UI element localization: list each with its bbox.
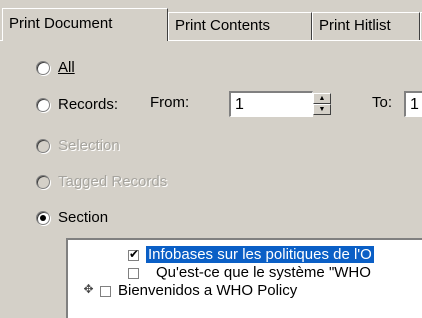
spin-up-icon[interactable]: ▲ xyxy=(313,93,331,104)
tree-checkbox[interactable] xyxy=(128,268,139,279)
from-label: From: xyxy=(150,94,190,111)
to-field[interactable]: 1 xyxy=(404,91,422,117)
records-radio[interactable] xyxy=(36,98,50,112)
tab-label: Print Document xyxy=(9,15,113,32)
tab-print-document[interactable]: Print Document xyxy=(2,8,168,41)
expand-icon[interactable]: ✥ xyxy=(82,283,95,296)
from-stepper[interactable]: ▲ ▼ xyxy=(313,93,331,115)
tree-item[interactable]: Infobases sur les politiques de l'O xyxy=(146,246,374,263)
spin-down-icon[interactable]: ▼ xyxy=(313,104,331,115)
all-radio[interactable] xyxy=(36,61,50,75)
tab-print-hitlist[interactable]: Print Hitlist xyxy=(312,12,420,40)
selection-label: Selection xyxy=(58,137,120,154)
radio-dot xyxy=(40,215,46,221)
tab-print-contents[interactable]: Print Contents xyxy=(168,12,312,40)
tab-label: Print Hitlist xyxy=(319,17,391,34)
tab-strip: Print Document Print Contents Print Hitl… xyxy=(0,0,422,41)
all-label: All xyxy=(58,59,75,76)
from-field[interactable]: 1 xyxy=(229,91,313,117)
tree-checkbox[interactable] xyxy=(100,286,111,297)
all-label-text: All xyxy=(58,59,75,76)
tagged-records-label: Tagged Records xyxy=(58,173,168,190)
records-label: Records: xyxy=(58,96,119,113)
section-radio[interactable] xyxy=(36,211,50,225)
selection-radio xyxy=(36,139,50,153)
tab-label: Print Contents xyxy=(175,17,271,34)
tree-checkbox[interactable]: ✔ xyxy=(128,247,140,261)
check-icon: ✔ xyxy=(129,247,140,261)
tree-item[interactable]: Qu'est-ce que le système "WHO xyxy=(156,264,371,281)
to-label: To: xyxy=(372,94,393,111)
tree-item[interactable]: Bienvenidos a WHO Policy xyxy=(118,282,297,299)
section-tree[interactable]: ✔ Infobases sur les politiques de l'O Qu… xyxy=(66,238,422,318)
from-value: 1 xyxy=(235,96,244,113)
section-label: Section xyxy=(58,209,109,226)
to-value: 1 xyxy=(410,96,419,113)
tagged-records-radio xyxy=(36,175,50,189)
